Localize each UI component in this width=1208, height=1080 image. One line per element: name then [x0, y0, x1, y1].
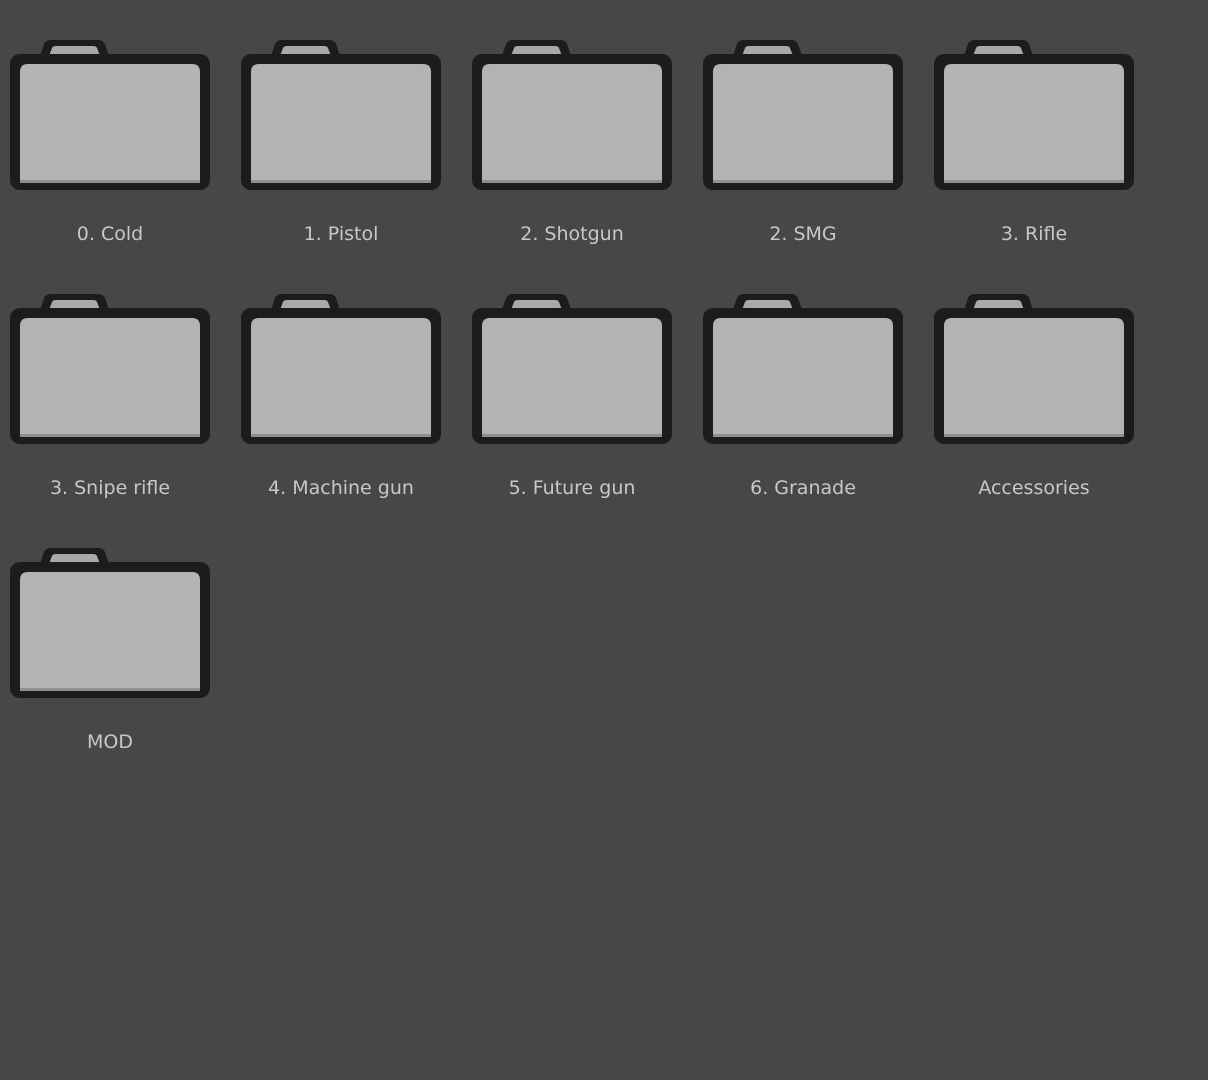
folder-icon — [697, 34, 909, 202]
folder-icon — [4, 542, 216, 710]
folder-item-6-granade[interactable]: 6. Granade — [693, 288, 913, 528]
folder-label: 4. Machine gun — [268, 477, 414, 499]
folder-item-3-snipe-rifle[interactable]: 3. Snipe rifle — [0, 288, 220, 528]
folder-item-0-cold[interactable]: 0. Cold — [0, 34, 220, 274]
folder-item-3-rifle[interactable]: 3. Rifle — [924, 34, 1144, 274]
folder-label: 0. Cold — [76, 223, 144, 245]
folder-icon — [697, 288, 909, 456]
folder-icon — [466, 288, 678, 456]
folder-icon — [928, 34, 1140, 202]
folder-label: MOD — [87, 731, 133, 753]
folder-label: Accessories — [978, 477, 1090, 499]
folder-item-5-future-gun[interactable]: 5. Future gun — [462, 288, 682, 528]
folder-label: 1. Pistol — [303, 223, 379, 245]
folder-icon — [4, 288, 216, 456]
folder-label: 6. Granade — [750, 477, 856, 499]
folder-item-1-pistol[interactable]: 1. Pistol — [231, 34, 451, 274]
folder-label: 3. Snipe rifle — [49, 477, 171, 499]
folder-item-accessories[interactable]: Accessories — [924, 288, 1144, 528]
folder-item-mod[interactable]: MOD — [0, 542, 220, 782]
folder-item-4-machine-gun[interactable]: 4. Machine gun — [231, 288, 451, 528]
folder-icon — [928, 288, 1140, 456]
folder-item-2-shotgun[interactable]: 2. Shotgun — [462, 34, 682, 274]
folder-icon — [4, 34, 216, 202]
folder-icon — [235, 34, 447, 202]
folder-label: 3. Rifle — [1000, 223, 1068, 245]
folder-label: 2. Shotgun — [520, 223, 624, 245]
folder-browser: 0. Cold 1. Pistol 2. Shotgun 2. SMG 3. R… — [0, 0, 1208, 1080]
folder-label: 2. SMG — [769, 223, 837, 245]
folder-item-2-smg[interactable]: 2. SMG — [693, 34, 913, 274]
folder-icon — [235, 288, 447, 456]
folder-label: 5. Future gun — [508, 477, 636, 499]
folder-icon — [466, 34, 678, 202]
